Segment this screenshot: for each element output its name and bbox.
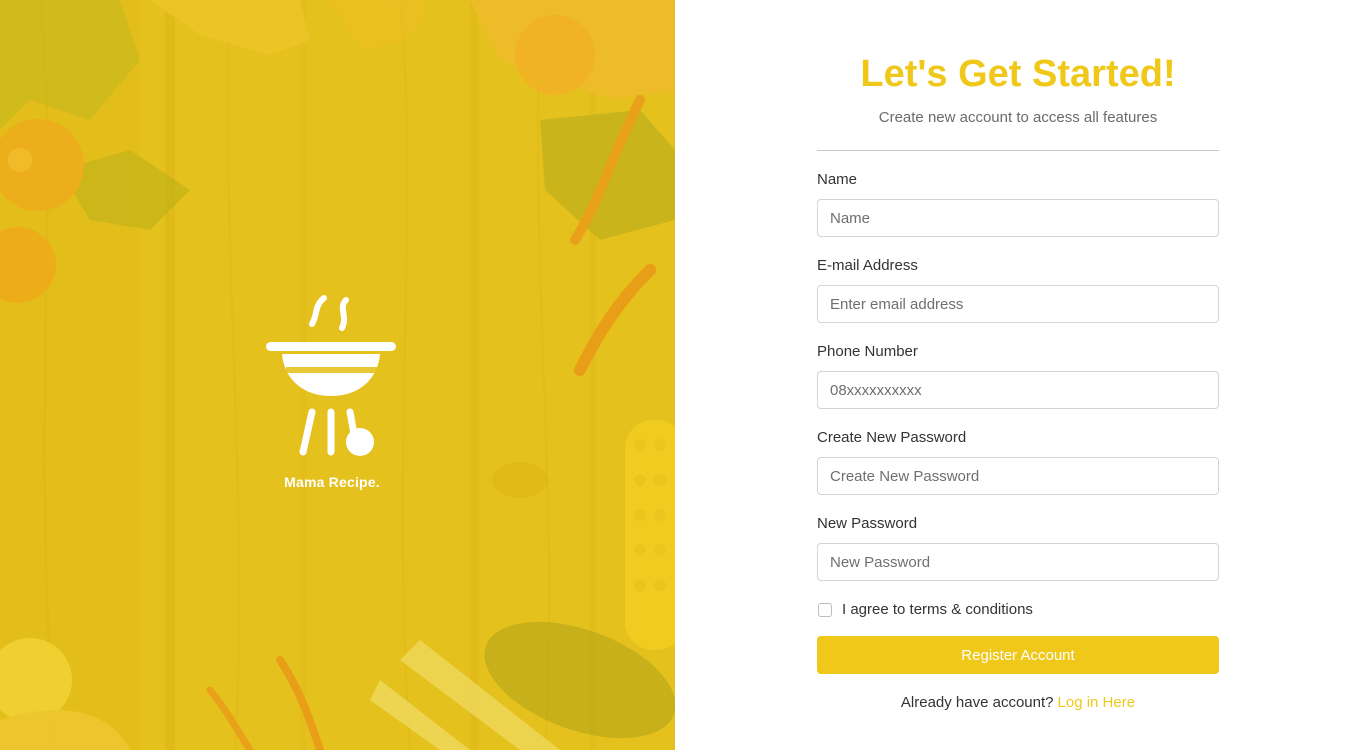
new-password-input[interactable] [817,543,1219,581]
brand: Mama Recipe. [262,292,402,490]
name-input[interactable] [817,199,1219,237]
terms-label: I agree to terms & conditions [842,601,1033,618]
divider [817,150,1219,151]
create-password-input[interactable] [817,457,1219,495]
page-subtitle: Create new account to access all feature… [878,109,1158,126]
phone-input[interactable] [817,371,1219,409]
register-form: Let's Get Started! Create new account to… [817,48,1219,711]
email-input[interactable] [817,285,1219,323]
login-link[interactable]: Log in Here [1058,694,1136,711]
login-prompt: Already have account? Log in Here [817,694,1219,711]
new-password-field: New Password [817,515,1219,581]
terms-agreement: I agree to terms & conditions [817,601,1219,618]
brand-name: Mama Recipe. [284,474,380,490]
phone-field: Phone Number [817,343,1219,409]
email-label: E-mail Address [817,257,918,274]
terms-checkbox[interactable] [818,602,832,617]
register-button[interactable]: Register Account [817,636,1219,674]
hero-panel: Mama Recipe. [0,0,675,750]
create-password-field: Create New Password [817,429,1219,495]
email-field: E-mail Address [817,257,1219,323]
login-prompt-text: Already have account? [900,694,1054,711]
page-title: Let's Get Started! [860,53,1176,95]
name-field: Name [817,171,1219,237]
phone-label: Phone Number [817,343,918,360]
name-label: Name [817,171,858,188]
new-password-label: New Password [817,515,918,532]
grill-icon [266,295,396,456]
create-password-label: Create New Password [817,429,967,446]
register-page: Mama Recipe. Let's Get Started! Create n… [0,0,1348,750]
register-panel: Let's Get Started! Create new account to… [675,0,1348,750]
